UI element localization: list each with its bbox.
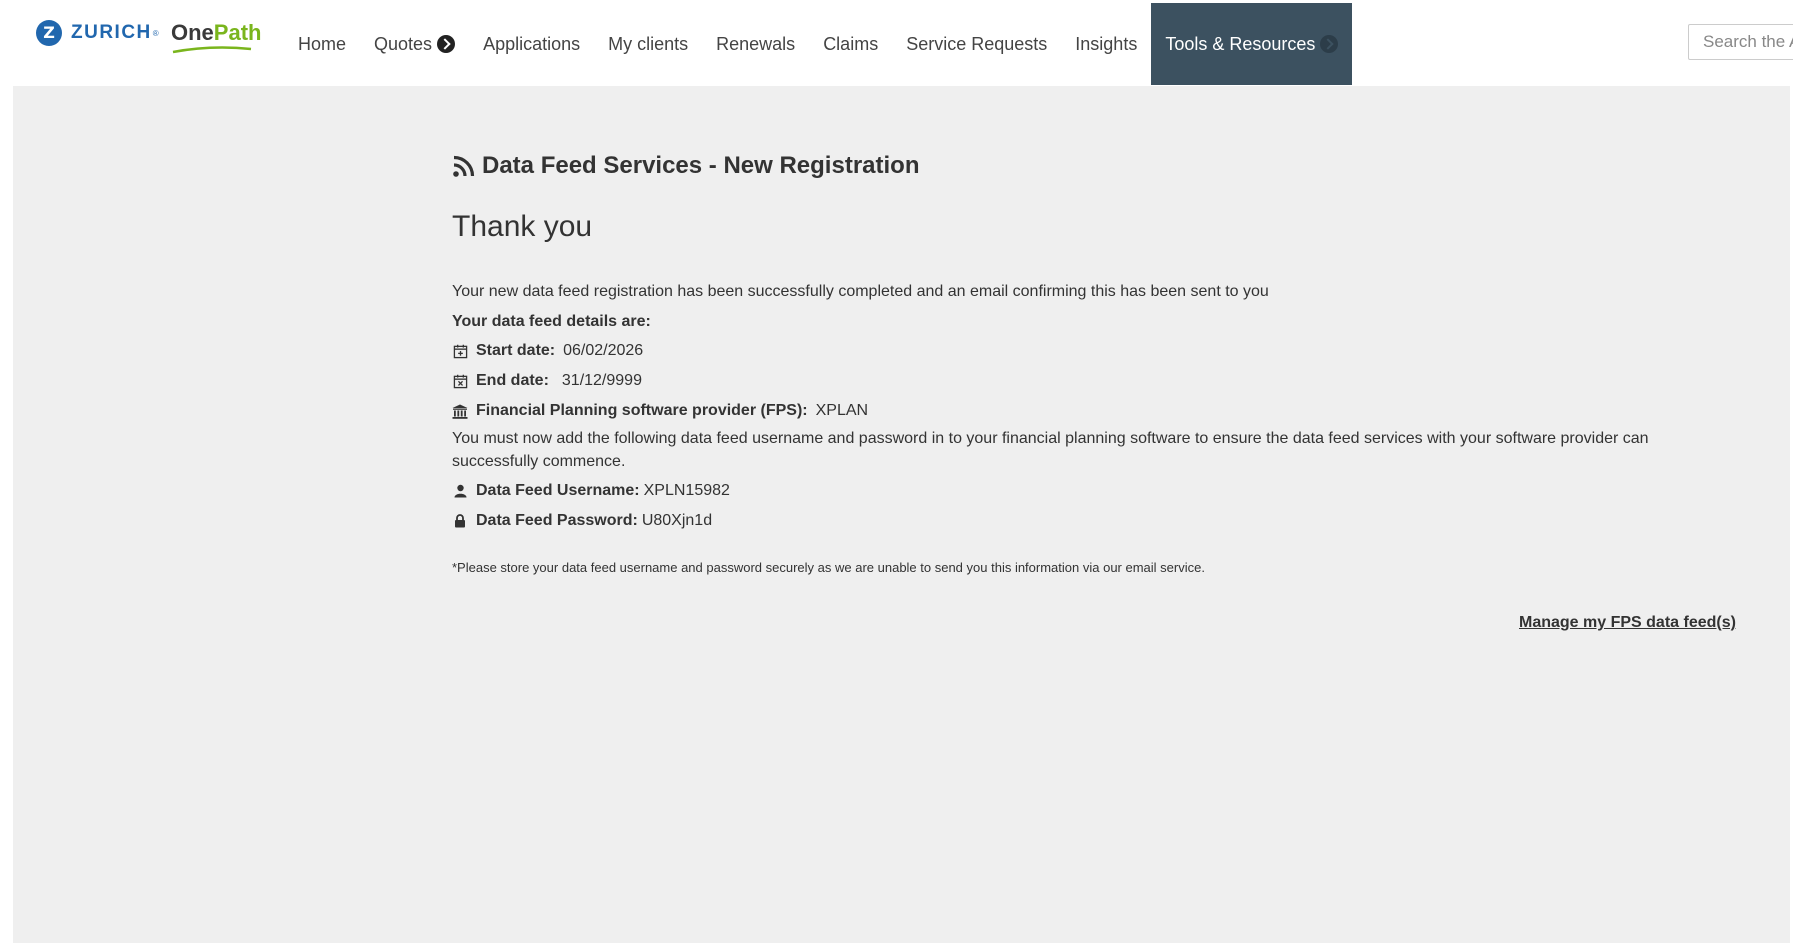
nav-item-home[interactable]: Home — [284, 3, 360, 85]
nav-item-tools-resources[interactable]: Tools & Resources — [1151, 3, 1353, 85]
zurich-logo[interactable]: Z ZURICH ® — [36, 20, 159, 46]
end-date-row: End date: 31/12/9999 — [452, 372, 642, 390]
fps-label: Financial Planning software provider (FP… — [476, 402, 808, 419]
security-note: *Please store your data feed username an… — [452, 560, 1205, 575]
nav-item-my-clients[interactable]: My clients — [594, 3, 702, 85]
end-date-label: End date: — [476, 372, 549, 389]
onepath-logo[interactable]: OnePath — [171, 20, 262, 54]
nav-item-label: Renewals — [716, 33, 796, 54]
end-date-value: 31/12/9999 — [561, 372, 642, 389]
nav-item-applications[interactable]: Applications — [469, 3, 594, 85]
nav-item-service-requests[interactable]: Service Requests — [892, 3, 1061, 85]
username-value: XPLN15982 — [643, 482, 730, 499]
lock-icon — [452, 513, 468, 529]
start-date-label: Start date: — [476, 342, 556, 359]
page-title: Data Feed Services - New Registration — [452, 152, 919, 180]
onepath-swoosh-icon — [172, 46, 252, 54]
username-row: Data Feed Username: XPLN15982 — [452, 482, 730, 500]
start-date-row: Start date: 06/02/2026 — [452, 342, 643, 360]
site-header: Z ZURICH ® OnePath Home Quotes Application… — [0, 0, 1793, 86]
nav-item-label: My clients — [608, 33, 689, 54]
rss-feed-icon — [453, 155, 475, 177]
password-row: Data Feed Password: U80Xjn1d — [452, 512, 712, 530]
zurich-wordmark: ZURICH — [71, 22, 152, 43]
nav-item-quotes[interactable]: Quotes — [360, 3, 469, 85]
zurich-mark-icon: Z — [36, 20, 62, 46]
onepath-one-text: One — [171, 20, 214, 45]
chevron-right-icon — [437, 35, 456, 53]
nav-item-label: Applications — [483, 33, 581, 54]
nav-item-label: Home — [298, 33, 347, 54]
instructions-text: You must now add the following data feed… — [452, 430, 1649, 470]
bank-icon — [452, 403, 468, 419]
nav-item-label: Service Requests — [906, 33, 1048, 54]
nav-item-label: Quotes — [374, 33, 433, 54]
main-nav: Home Quotes Applications My clients Renewals… — [284, 3, 1353, 85]
chevron-right-icon — [1320, 35, 1339, 53]
thank-you-heading: Thank you — [452, 210, 593, 243]
nav-item-renewals[interactable]: Renewals — [702, 3, 809, 85]
nav-item-label: Insights — [1075, 33, 1138, 54]
username-label: Data Feed Username: — [476, 482, 640, 499]
search-input[interactable] — [1688, 24, 1793, 60]
nav-item-claims[interactable]: Claims — [809, 3, 892, 85]
nav-item-label: Claims — [823, 33, 879, 54]
calendar-x-icon — [452, 373, 468, 389]
page-title-text: Data Feed Services - New Registration — [482, 152, 920, 179]
zurich-registered-mark: ® — [152, 28, 159, 38]
password-label: Data Feed Password: — [476, 512, 638, 529]
manage-fps-data-feeds-link[interactable]: Manage my FPS data feed(s) — [1519, 614, 1736, 632]
password-value: U80Xjn1d — [641, 512, 713, 529]
user-icon — [452, 483, 468, 499]
calendar-plus-icon — [452, 343, 468, 359]
nav-item-label: Tools & Resources — [1165, 33, 1316, 54]
onepath-path-text: Path — [213, 20, 262, 45]
main-content-area: Data Feed Services - New Registration Th… — [13, 86, 1790, 943]
fps-row: Financial Planning software provider (FP… — [452, 402, 868, 420]
fps-value: XPLAN — [815, 402, 869, 419]
confirmation-message: Your new data feed registration has been… — [452, 283, 1269, 300]
details-heading: Your data feed details are: — [452, 313, 651, 330]
nav-item-insights[interactable]: Insights — [1061, 3, 1151, 85]
start-date-value: 06/02/2026 — [563, 342, 644, 359]
